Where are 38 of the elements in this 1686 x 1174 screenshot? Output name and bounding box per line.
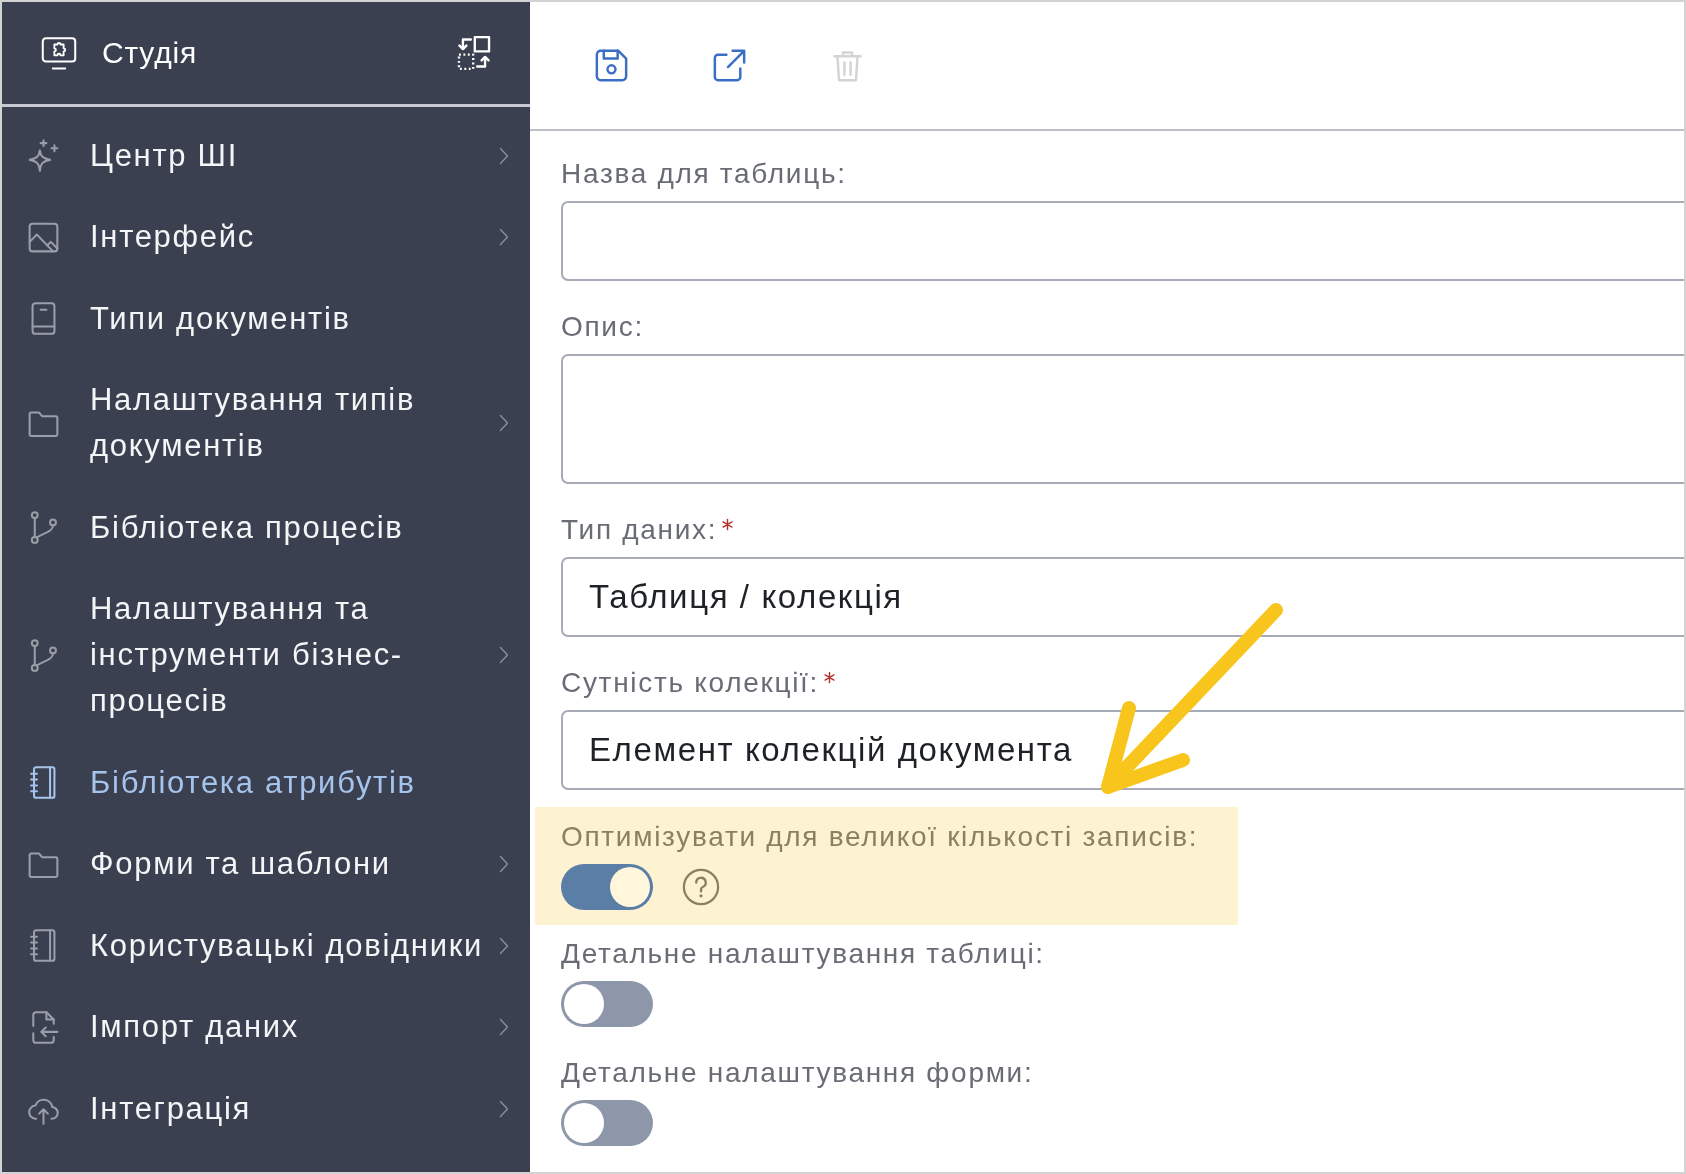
field-label: Детальне налаштування форми: (561, 1056, 1034, 1090)
toggle-switch[interactable] (561, 864, 653, 910)
help-icon[interactable] (682, 868, 720, 906)
chevron-right-icon (499, 936, 509, 955)
swap-layout-icon[interactable] (455, 34, 493, 72)
sidebar-item[interactable]: Інтерфейс (2, 196, 530, 278)
field-label: Опис: (561, 310, 644, 344)
sidebar-item[interactable]: Інтеграція (2, 1068, 530, 1150)
sidebar-item[interactable]: Бібліотека атрибутів (2, 742, 530, 824)
text-field[interactable]: Елемент колекцій документа (561, 710, 1684, 790)
chevron-right-icon (499, 414, 509, 433)
sidebar-item[interactable]: Типи документів (2, 278, 530, 360)
chevron-right-icon (499, 1099, 509, 1118)
text-field[interactable]: Таблиця / колекція (561, 557, 1684, 637)
sidebar-item[interactable]: Центр ШІ (2, 115, 530, 197)
monitor-icon (39, 36, 79, 70)
toggle-switch[interactable] (561, 981, 653, 1027)
field-label: Назва для таблиць: (561, 157, 847, 191)
field-label: Тип даних: (561, 513, 718, 547)
chevron-right-icon (499, 146, 509, 165)
sidebar-item[interactable]: Користувацькі довідники (2, 905, 530, 987)
field-label: Оптимізувати для великої кількості записів: (561, 820, 1199, 854)
toggle-switch[interactable] (561, 1100, 653, 1146)
chevron-right-icon (499, 1018, 509, 1037)
app-title: Студія (102, 35, 197, 71)
text-field[interactable] (561, 201, 1684, 281)
sidebar-item[interactable]: Налаштування та інструменти бізнес-процесів (2, 568, 530, 742)
sidebar-item[interactable]: Форми та шаблони (2, 823, 530, 905)
sidebar-item[interactable]: Імпорт даних (2, 986, 530, 1068)
sidebar-item[interactable]: Бібліотека процесів (2, 487, 530, 569)
field-label: Сутність колекції: (561, 666, 820, 700)
chevron-right-icon (499, 855, 509, 874)
sparkle-icon (26, 138, 61, 174)
chevron-right-icon (499, 646, 509, 665)
field-label: Детальне налаштування таблиці: (561, 937, 1045, 971)
text-area[interactable] (561, 354, 1684, 484)
chevron-right-icon (499, 228, 509, 247)
sidebar-item[interactable]: Налаштування типів документів (2, 359, 530, 487)
